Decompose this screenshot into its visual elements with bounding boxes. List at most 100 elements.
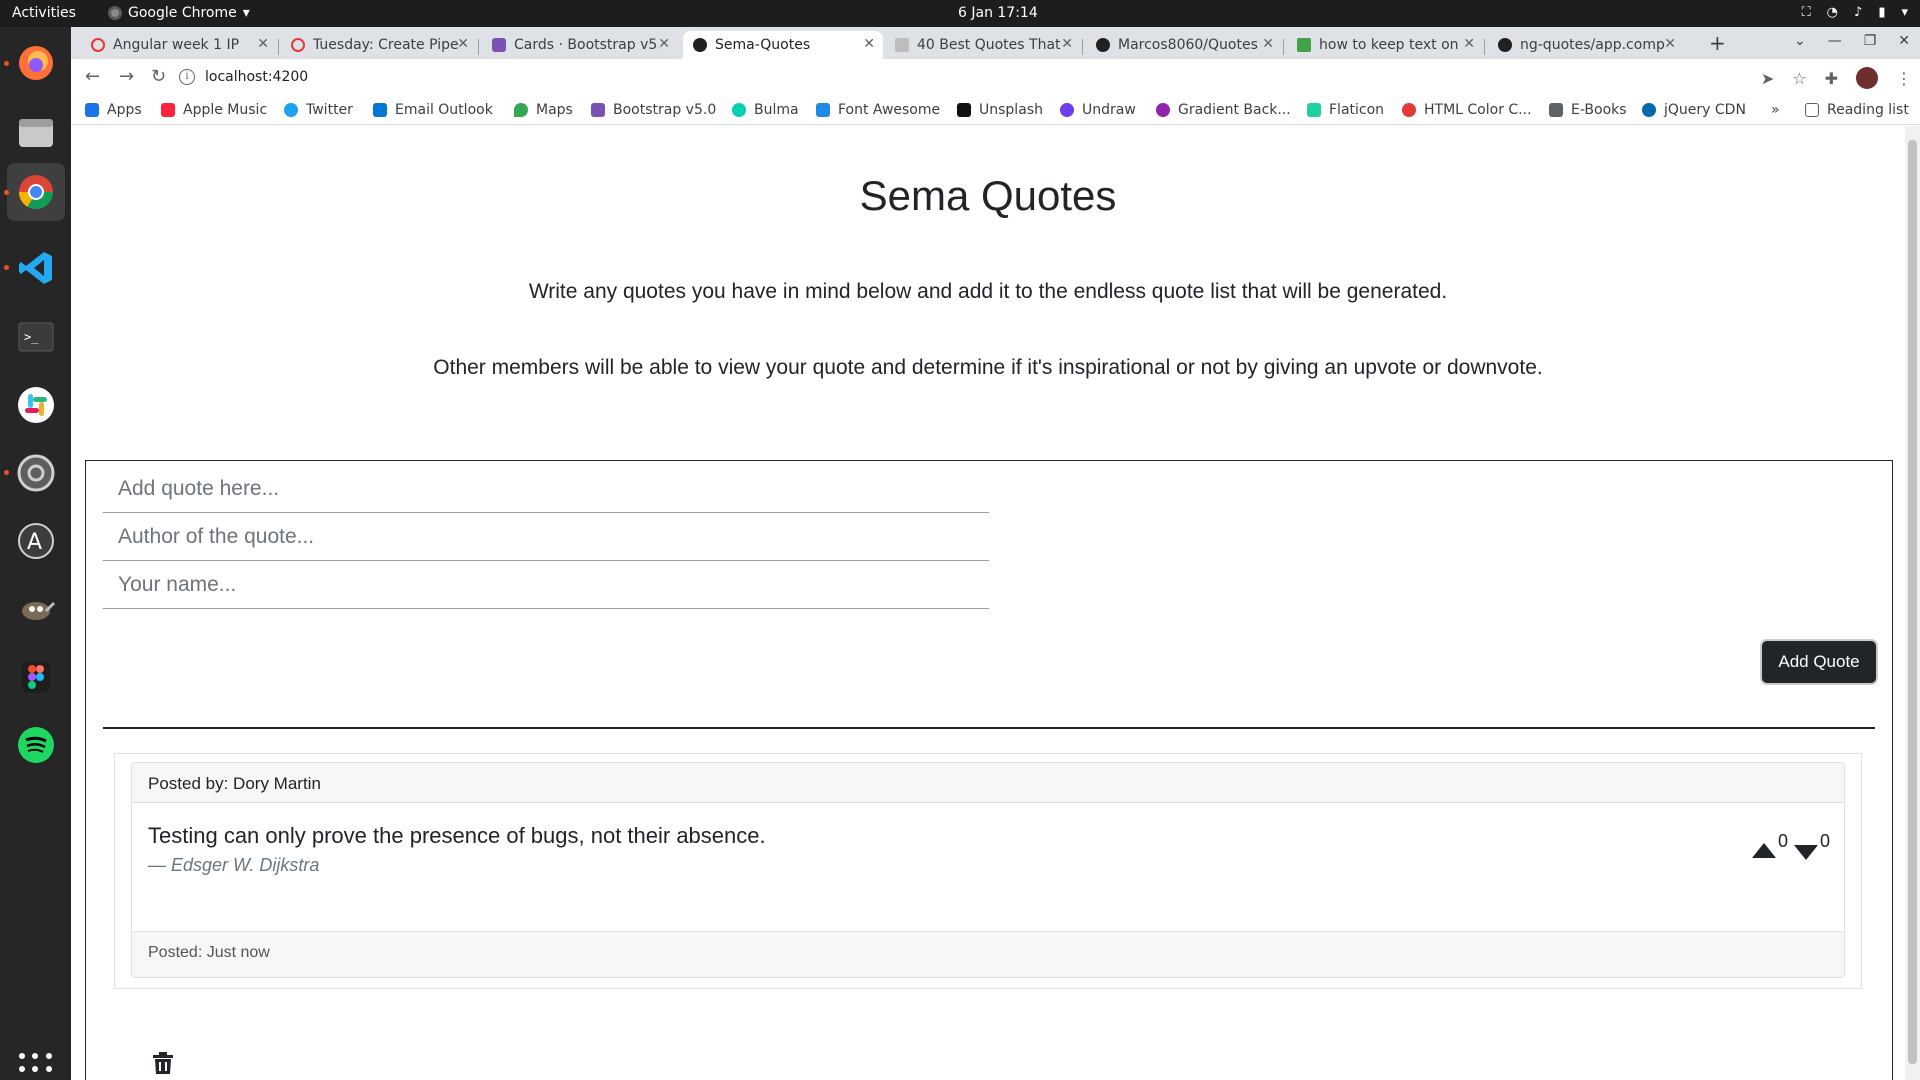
dock-software[interactable]: A <box>13 518 59 564</box>
bookmark-ebooks[interactable]: E-Books <box>1549 102 1627 118</box>
profile-avatar[interactable] <box>1856 67 1878 89</box>
dock-gimp[interactable] <box>13 586 59 632</box>
bookmark-undraw[interactable]: Undraw <box>1060 102 1136 118</box>
battery-icon: ▮ <box>1878 5 1886 20</box>
app-menu-label: Google Chrome <box>128 5 237 21</box>
maximize-icon[interactable]: ❐ <box>1864 33 1877 49</box>
figma-icon <box>22 661 50 693</box>
send-icon[interactable]: ➤ <box>1761 69 1774 88</box>
network-icon: ⛶ <box>1801 5 1811 20</box>
flaticon-icon <box>1307 103 1321 117</box>
chrome-icon <box>108 6 122 20</box>
upvote-button[interactable]: 0 <box>1751 831 1788 858</box>
spotify-icon <box>18 727 54 763</box>
running-indicator <box>4 61 9 66</box>
bookmark-font-awesome[interactable]: Font Awesome <box>816 102 940 118</box>
upvote-count: 0 <box>1777 831 1788 851</box>
close-icon[interactable]: ✕ <box>863 36 875 52</box>
wifi-icon: ◔ <box>1826 5 1839 20</box>
bookmark-maps[interactable]: Maps <box>514 102 573 118</box>
dock-spotify[interactable] <box>13 722 59 768</box>
dock-chrome[interactable] <box>7 163 65 221</box>
bookmark-flaticon[interactable]: Flaticon <box>1307 102 1384 118</box>
tab-favicon-icon <box>91 38 105 52</box>
apps-grid-icon <box>85 103 99 117</box>
dock-files[interactable] <box>13 110 59 156</box>
quote-list: Posted by: Dory Martin Testing can only … <box>114 753 1862 989</box>
tab-0[interactable]: Angular week 1 IP ✕ <box>81 31 277 59</box>
bookmark-email-outlook[interactable]: Email Outlook <box>373 102 493 118</box>
bookmarks-overflow-button[interactable]: » <box>1771 102 1780 118</box>
page-scrollbar[interactable] <box>1905 126 1920 1080</box>
author-input[interactable] <box>103 513 989 561</box>
trash-icon[interactable] <box>152 1051 174 1075</box>
downvote-button[interactable]: 0 <box>1793 831 1830 860</box>
tab-7[interactable]: ng-quotes/app.comp ✕ <box>1488 31 1684 59</box>
bookmark-apps[interactable]: Apps <box>85 102 142 118</box>
quote-input[interactable] <box>103 465 989 513</box>
angular-icon <box>693 38 707 52</box>
extensions-icon[interactable]: ✚ <box>1825 69 1838 88</box>
bookmark-bootstrap[interactable]: Bootstrap v5.0 <box>591 102 716 118</box>
scrollbar-thumb[interactable] <box>1908 140 1917 1064</box>
browser-window: Angular week 1 IP ✕ Tuesday: Create Pipe… <box>71 27 1920 1080</box>
dock-firefox[interactable] <box>13 40 59 86</box>
close-icon[interactable]: ✕ <box>257 36 269 52</box>
minimize-icon[interactable]: — <box>1828 33 1842 49</box>
site-info-icon[interactable]: i <box>179 69 195 85</box>
app-menu[interactable]: Google Chrome ▾ <box>108 5 250 21</box>
reload-icon[interactable]: ↻ <box>151 66 166 87</box>
tab-5[interactable]: Marcos8060/Quotes ✕ <box>1086 31 1282 59</box>
system-tray[interactable]: ⛶ ◔ ♪ ▮ ▾ <box>1802 5 1908 20</box>
bookmark-unsplash[interactable]: Unsplash <box>957 102 1043 118</box>
dock-settings[interactable] <box>13 450 59 496</box>
close-icon[interactable]: ✕ <box>658 36 670 52</box>
tab-sema-quotes[interactable]: Sema-Quotes ✕ <box>683 31 883 59</box>
back-icon[interactable]: ← <box>85 66 100 87</box>
quote-form: Add Quote Posted by: Dory Martin Testing… <box>85 460 1893 1080</box>
forward-icon[interactable]: → <box>119 66 134 87</box>
close-icon[interactable]: ✕ <box>1061 36 1073 52</box>
dock-vscode[interactable] <box>13 245 59 291</box>
url-text[interactable]: localhost:4200 <box>205 69 308 85</box>
activities-button[interactable]: Activities <box>12 5 76 21</box>
tab-4[interactable]: 40 Best Quotes That ✕ <box>885 31 1081 59</box>
tab-favicon-icon <box>1297 38 1311 52</box>
bookmark-bulma[interactable]: Bulma <box>732 102 799 118</box>
chevron-down-icon: ▾ <box>242 5 250 21</box>
quote-author: — Edsger W. Dijkstra <box>148 855 320 875</box>
close-icon[interactable]: ✕ <box>1463 36 1475 52</box>
name-input[interactable] <box>103 561 989 609</box>
tab-2[interactable]: Cards · Bootstrap v5.0 ✕ <box>482 31 678 59</box>
close-icon[interactable]: ✕ <box>1664 36 1676 52</box>
quote-card: Posted by: Dory Martin Testing can only … <box>131 762 1845 978</box>
add-quote-button[interactable]: Add Quote <box>1762 641 1876 683</box>
ebooks-icon <box>1549 103 1563 117</box>
close-window-icon[interactable]: ✕ <box>1898 33 1910 49</box>
tab-favicon-icon <box>291 38 305 52</box>
close-icon[interactable]: ✕ <box>1262 36 1274 52</box>
bookmark-gradient[interactable]: Gradient Back... <box>1156 102 1291 118</box>
gradient-icon <box>1156 103 1170 117</box>
show-applications-button[interactable] <box>19 1053 53 1080</box>
close-icon[interactable]: ✕ <box>457 36 469 52</box>
bookmark-star-icon[interactable]: ☆ <box>1792 69 1806 88</box>
dock-slack[interactable] <box>13 382 59 428</box>
tab-1[interactable]: Tuesday: Create Pipes ✕ <box>281 31 477 59</box>
clock[interactable]: 6 Jan 17:14 <box>958 5 1038 21</box>
new-tab-button[interactable]: + <box>1709 31 1726 55</box>
bookmark-twitter[interactable]: Twitter <box>284 102 353 118</box>
tab-6[interactable]: how to keep text on ✕ <box>1287 31 1483 59</box>
menu-icon[interactable]: ⋮ <box>1896 69 1912 88</box>
dock-figma[interactable] <box>13 654 59 700</box>
dock-terminal[interactable]: >_ <box>13 314 59 360</box>
outlook-icon <box>373 103 387 117</box>
quote-body: Testing can only prove the presence of b… <box>148 823 766 876</box>
bookmark-apple-music[interactable]: Apple Music <box>161 102 267 118</box>
bookmark-jquery[interactable]: jQuery CDN <box>1642 102 1746 118</box>
bookmark-html-color[interactable]: HTML Color C... <box>1402 102 1532 118</box>
address-bar[interactable]: i localhost:4200 <box>179 62 1879 92</box>
terminal-icon: >_ <box>18 322 54 352</box>
tab-search-icon[interactable]: ⌄ <box>1794 33 1806 49</box>
reading-list-button[interactable]: Reading list <box>1805 102 1909 118</box>
